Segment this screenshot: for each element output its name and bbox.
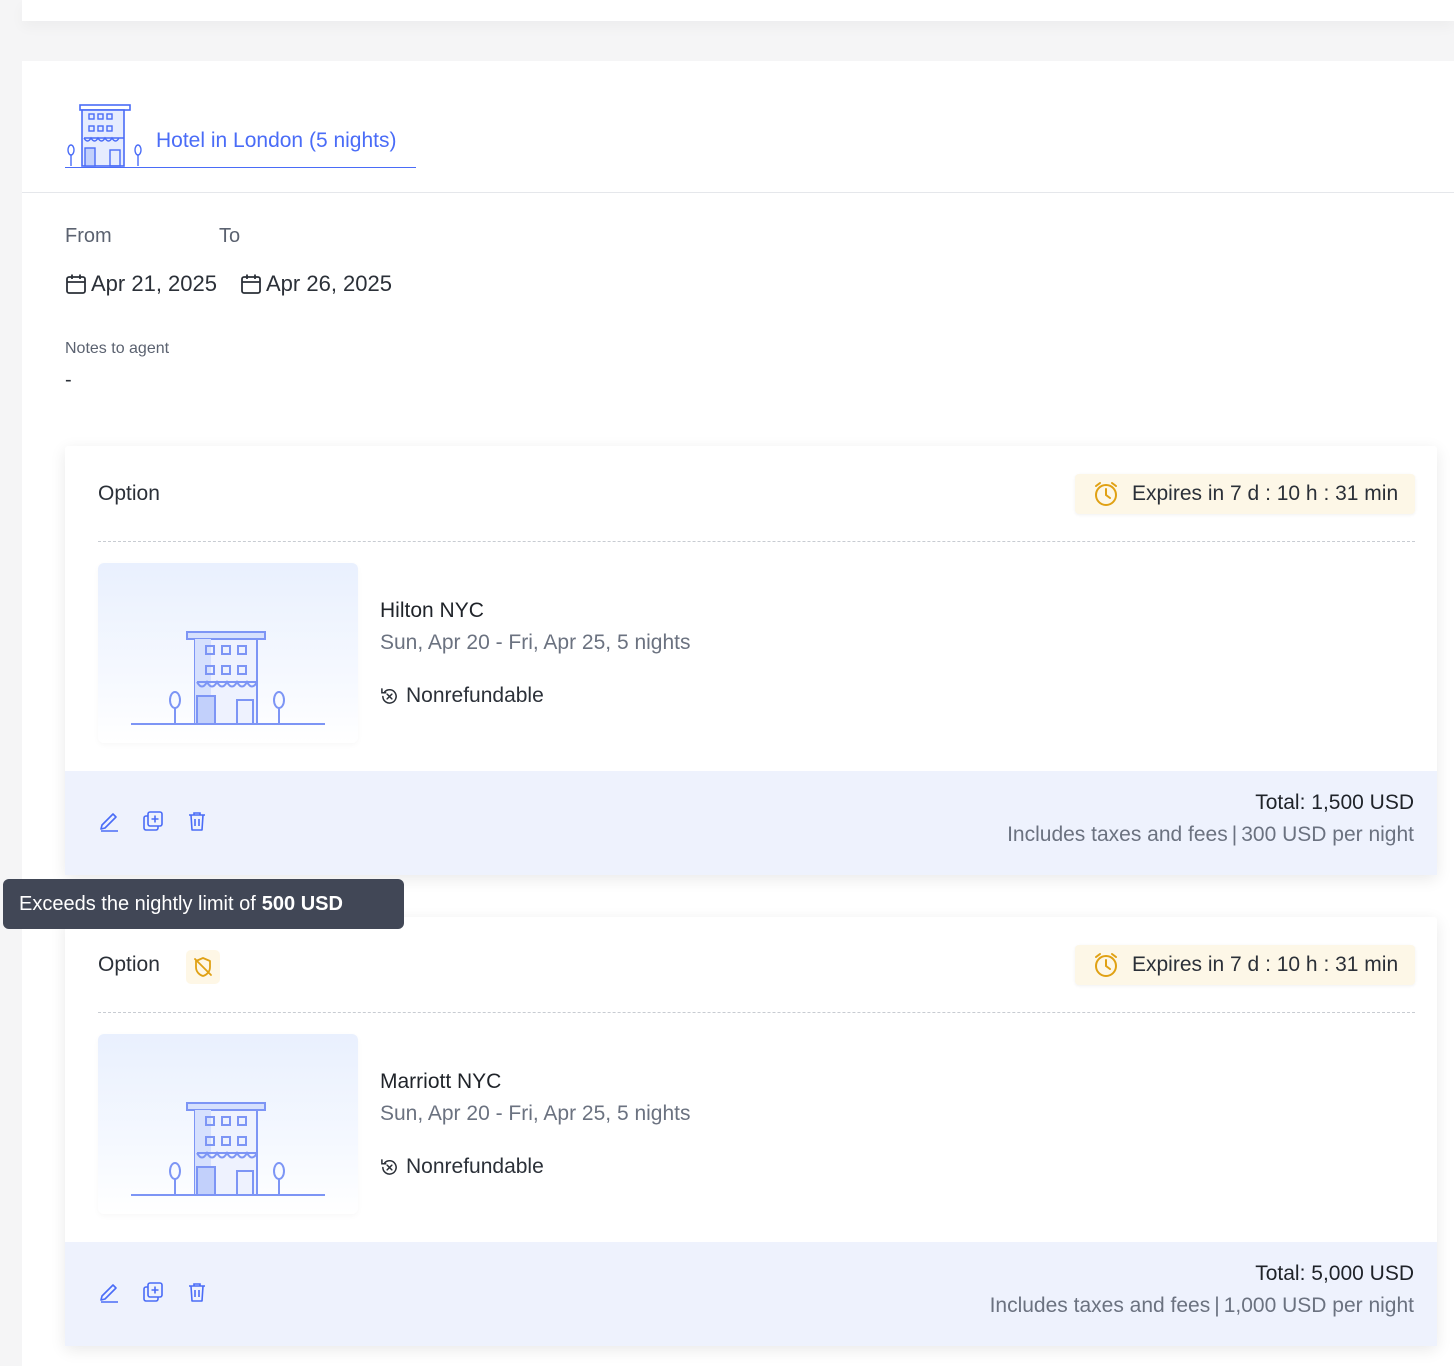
alarm-clock-icon [1095, 953, 1117, 977]
price-breakdown: Includes taxes and fees | 300 USD per nigh… [1007, 823, 1414, 847]
option-footer: Total: 5,000 USD Includes taxes and fees… [65, 1242, 1437, 1346]
from-column: From Apr 21, 2025 [65, 225, 217, 296]
hotel-image [98, 1034, 358, 1214]
notes-value: - [65, 369, 72, 391]
hotel-name: Marriott NYC [380, 1070, 502, 1093]
option-card: Option Expires in 7 d : 10 h : 31 min [65, 917, 1437, 1346]
calendar-icon [241, 274, 261, 294]
hotel-building-icon [67, 104, 142, 167]
price-breakdown: Includes taxes and fees | 1,000 USD per ni… [990, 1294, 1414, 1318]
separator: | [1231, 823, 1238, 846]
divider [22, 192, 1454, 193]
option-card: Option Expires in 7 d : 10 h : 31 min [65, 446, 1437, 875]
pencil-icon [100, 813, 118, 832]
duplicate-icon [143, 811, 163, 831]
option-label: Option [98, 482, 160, 505]
refund-text: Nonrefundable [406, 1155, 544, 1178]
notes-label: Notes to agent [65, 340, 170, 357]
trip-segment-panel: Hotel in London (5 nights) From Apr 21, … [22, 61, 1454, 1366]
edit-button[interactable] [98, 1279, 120, 1305]
expiry-badge: Expires in 7 d : 10 h : 31 min [1075, 474, 1415, 514]
top-panel [22, 0, 1454, 21]
expiry-text: Expires in 7 d : 10 h : 31 min [1132, 953, 1399, 976]
delete-button[interactable] [186, 1279, 208, 1305]
to-column: To Apr 26, 2025 [219, 225, 392, 296]
from-date: Apr 21, 2025 [65, 271, 217, 297]
includes-text: Includes taxes and fees [1007, 823, 1228, 846]
alarm-clock-icon [1095, 482, 1117, 506]
per-night-price: 300 USD per night [1241, 823, 1414, 846]
hotel-dates: Sun, Apr 20 - Fri, Apr 25, 5 nights [380, 631, 691, 654]
divider [98, 1012, 1415, 1013]
hotel-name: Hilton NYC [380, 599, 484, 622]
no-refund-icon [381, 1158, 397, 1175]
total-price: Total: 5,000 USD [1255, 1262, 1414, 1285]
includes-text: Includes taxes and fees [989, 1294, 1211, 1317]
policy-tooltip: Exceeds the nightly limit of 500 USD [3, 879, 404, 929]
divider [98, 541, 1415, 542]
expiry-text: Expires in 7 d : 10 h : 31 min [1132, 482, 1399, 505]
hotel-building-icon [131, 1102, 325, 1196]
refund-policy: Nonrefundable [380, 1155, 544, 1179]
option-label: Option [98, 953, 160, 976]
tooltip-text: Exceeds the nightly limit of [19, 892, 256, 915]
hotel-dates: Sun, Apr 20 - Fri, Apr 25, 5 nights [380, 1102, 691, 1125]
tooltip-amount: 500 USD [261, 892, 343, 915]
hotel-building-icon [131, 631, 325, 725]
to-date: Apr 26, 2025 [240, 271, 392, 297]
option-actions [98, 808, 230, 834]
no-refund-icon [381, 687, 397, 704]
per-night-price: 1,000 USD per night [1223, 1294, 1414, 1317]
pencil-icon [100, 1284, 118, 1303]
duplicate-button[interactable] [142, 808, 164, 834]
separator: | [1214, 1294, 1220, 1317]
to-label: To [219, 225, 241, 247]
out-of-policy-badge[interactable] [186, 950, 220, 984]
shield-off-icon [194, 957, 212, 977]
delete-button[interactable] [186, 808, 208, 834]
option-footer: Total: 1,500 USD Includes taxes and fees… [65, 771, 1437, 875]
to-date-value: Apr 26, 2025 [266, 271, 392, 296]
segment-title: Hotel in London (5 nights) [156, 129, 397, 152]
trash-icon [189, 1283, 205, 1302]
total-price: Total: 1,500 USD [1255, 791, 1414, 814]
calendar-icon [66, 274, 86, 294]
edit-button[interactable] [98, 808, 120, 834]
from-date-value: Apr 21, 2025 [91, 271, 217, 296]
expiry-badge: Expires in 7 d : 10 h : 31 min [1075, 945, 1415, 985]
duplicate-button[interactable] [142, 1279, 164, 1305]
from-label: From [65, 225, 112, 247]
refund-text: Nonrefundable [406, 684, 544, 707]
duplicate-icon [143, 1282, 163, 1302]
trash-icon [189, 812, 205, 831]
hotel-image [98, 563, 358, 743]
option-actions [98, 1279, 230, 1305]
segment-header-tab[interactable]: Hotel in London (5 nights) [65, 103, 416, 168]
refund-policy: Nonrefundable [380, 684, 544, 708]
